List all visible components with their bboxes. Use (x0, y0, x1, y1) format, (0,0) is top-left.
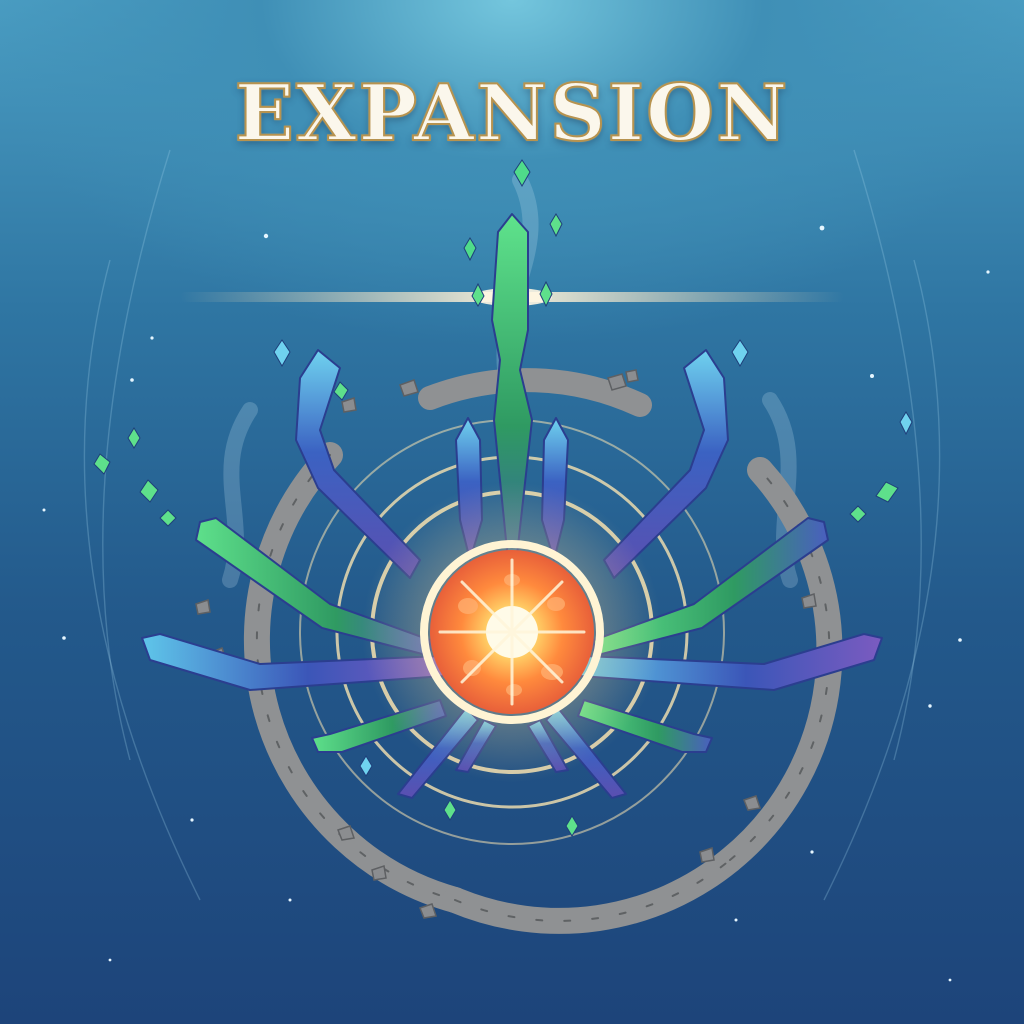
expansion-title: EXPANSION (234, 67, 790, 160)
glowing-orb-icon (362, 482, 662, 782)
expansion-card: EXPANSION (0, 0, 1024, 1024)
